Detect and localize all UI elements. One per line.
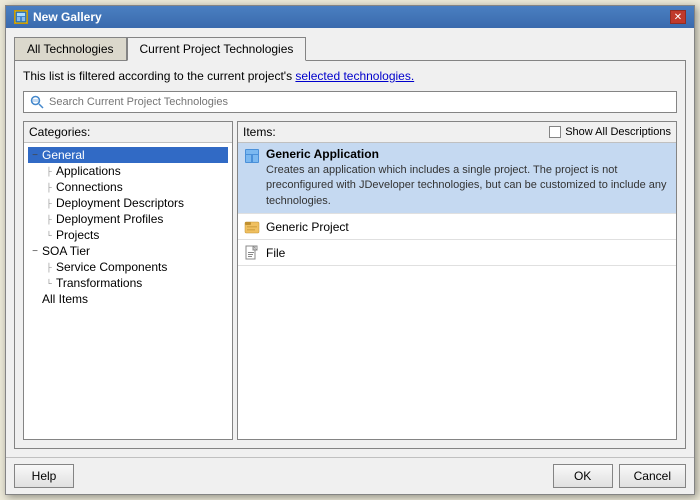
window-icon: [14, 10, 28, 24]
main-panels: Categories: − General ├ Applications: [23, 121, 677, 440]
item-generic-application[interactable]: Generic Application Creates an applicati…: [238, 143, 676, 214]
tree-item-deployment-profiles[interactable]: ├ Deployment Profiles: [28, 211, 228, 227]
tab-content: This list is filtered according to the c…: [14, 60, 686, 449]
item-generic-project[interactable]: Generic Project: [238, 214, 676, 240]
bottom-bar: Help OK Cancel: [6, 457, 694, 494]
connector-icon: └: [42, 228, 56, 242]
tabs-row: All Technologies Current Project Technol…: [14, 36, 686, 60]
tree-item-soa-tier[interactable]: − SOA Tier: [28, 243, 228, 259]
generic-application-desc: Creates an application which includes a …: [266, 163, 670, 209]
filter-text: This list is filtered according to the c…: [23, 69, 677, 83]
categories-header: Categories:: [24, 122, 232, 143]
ok-cancel-buttons: OK Cancel: [553, 464, 686, 488]
generic-project-name: Generic Project: [266, 220, 349, 234]
tree-item-all-items[interactable]: − All Items: [28, 291, 228, 307]
connector-icon: ├: [42, 196, 56, 210]
items-panel-header: Items: Show All Descriptions: [238, 122, 676, 143]
connector-icon: ├: [42, 260, 56, 274]
file-name: File: [266, 246, 285, 260]
generic-application-icon: [244, 148, 260, 164]
show-all-desc-checkbox[interactable]: [549, 126, 561, 138]
search-bar: [23, 91, 677, 113]
connector-icon: └: [42, 276, 56, 290]
generic-project-icon: [244, 219, 260, 235]
title-bar-left: New Gallery: [14, 10, 102, 24]
items-panel: Items: Show All Descriptions: [237, 121, 677, 440]
connector-icon: ├: [42, 164, 56, 178]
expand-soa-icon[interactable]: −: [28, 244, 42, 258]
expand-general-icon[interactable]: −: [28, 148, 42, 162]
file-icon: [244, 245, 260, 261]
items-label: Items:: [243, 125, 276, 139]
show-all-desc-label: Show All Descriptions: [565, 126, 671, 138]
window-title: New Gallery: [33, 10, 102, 24]
cancel-button[interactable]: Cancel: [619, 464, 686, 488]
help-button[interactable]: Help: [14, 464, 74, 488]
items-list: Generic Application Creates an applicati…: [238, 143, 676, 439]
tree-item-deployment-descriptors[interactable]: ├ Deployment Descriptors: [28, 195, 228, 211]
search-input[interactable]: [49, 96, 670, 108]
tree-item-transformations[interactable]: └ Transformations: [28, 275, 228, 291]
show-all-descriptions[interactable]: Show All Descriptions: [549, 126, 671, 138]
tree-view: − General ├ Applications ├: [24, 143, 232, 439]
title-bar: New Gallery ✕: [6, 6, 694, 28]
tree-item-applications[interactable]: ├ Applications: [28, 163, 228, 179]
generic-application-name: Generic Application: [266, 147, 670, 161]
dialog-window: New Gallery ✕ All Technologies Current P…: [5, 5, 695, 495]
tree-item-general[interactable]: − General: [28, 147, 228, 163]
dialog-body: All Technologies Current Project Technol…: [6, 28, 694, 457]
tab-current-project-technologies[interactable]: Current Project Technologies: [127, 37, 307, 61]
search-icon: [30, 95, 44, 109]
generic-application-content: Generic Application Creates an applicati…: [266, 147, 670, 209]
selected-technologies-link[interactable]: selected technologies.: [295, 69, 414, 83]
tree-item-service-components[interactable]: ├ Service Components: [28, 259, 228, 275]
connector-icon: ├: [42, 180, 56, 194]
categories-panel: Categories: − General ├ Applications: [23, 121, 233, 440]
tab-all-technologies[interactable]: All Technologies: [14, 37, 127, 61]
close-button[interactable]: ✕: [670, 10, 686, 24]
ok-button[interactable]: OK: [553, 464, 613, 488]
item-file[interactable]: File: [238, 240, 676, 266]
tree-item-connections[interactable]: ├ Connections: [28, 179, 228, 195]
connector-icon: ├: [42, 212, 56, 226]
tree-item-projects[interactable]: └ Projects: [28, 227, 228, 243]
